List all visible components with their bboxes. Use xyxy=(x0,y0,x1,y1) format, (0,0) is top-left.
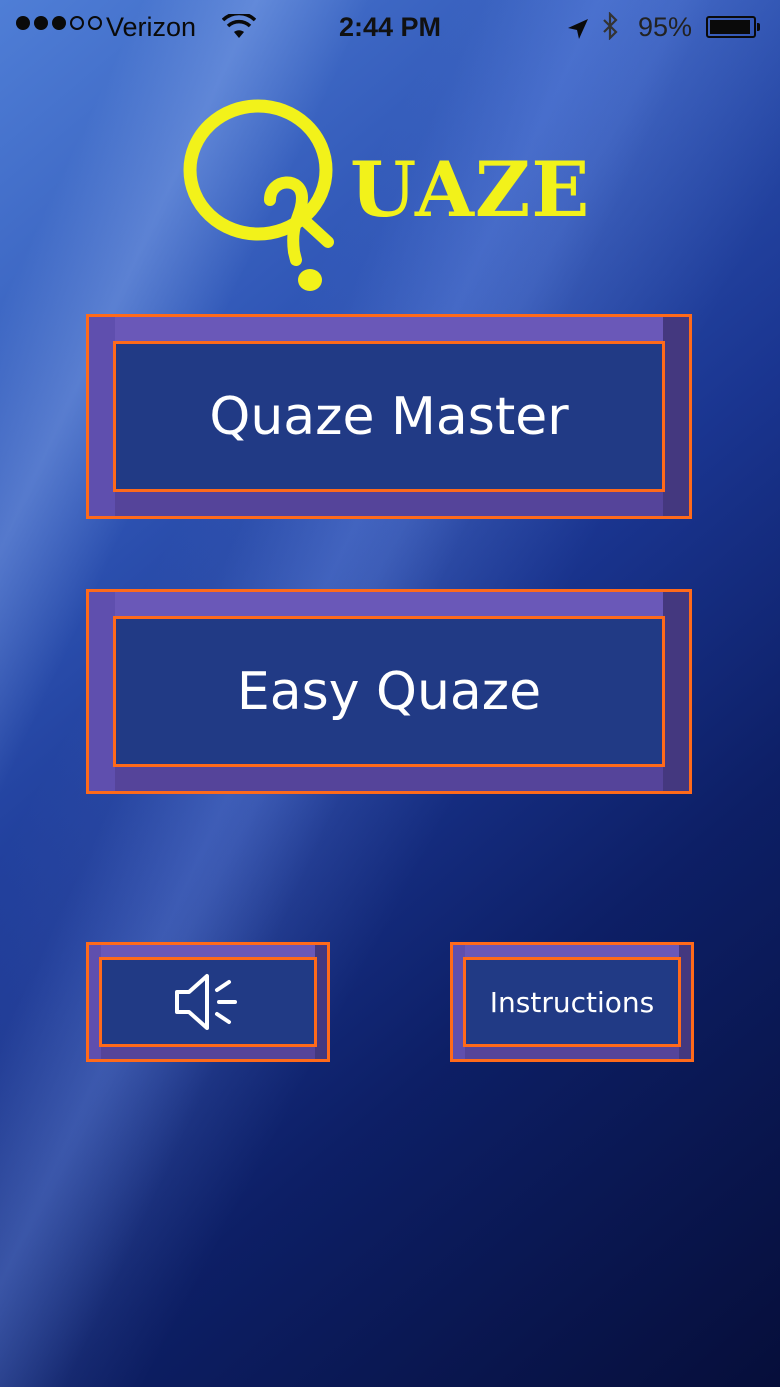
app-logo: UAZE xyxy=(178,92,589,302)
speaker-icon xyxy=(175,974,237,1030)
instructions-button[interactable]: Instructions xyxy=(450,942,694,1062)
bluetooth-icon xyxy=(602,11,618,47)
quaze-master-button[interactable]: Quaze Master xyxy=(86,314,692,519)
logo-text: UAZE xyxy=(350,145,591,234)
logo-question-q-icon xyxy=(183,99,334,291)
easy-quaze-label: Easy Quaze xyxy=(113,616,665,767)
status-bar: Verizon 2:44 PM 95% xyxy=(0,0,780,56)
sound-toggle-button[interactable] xyxy=(86,942,330,1062)
instructions-label: Instructions xyxy=(463,957,681,1047)
quaze-master-label: Quaze Master xyxy=(113,341,665,492)
battery-fill xyxy=(710,20,750,34)
easy-quaze-button[interactable]: Easy Quaze xyxy=(86,589,692,794)
battery-percent: 95% xyxy=(638,12,693,42)
battery-icon xyxy=(706,16,760,38)
location-arrow-icon xyxy=(567,16,589,47)
